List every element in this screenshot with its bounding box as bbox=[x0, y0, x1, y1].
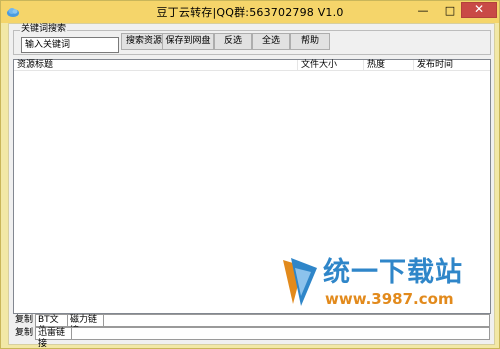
link-tabs: BT文件 磁力链接 bbox=[35, 314, 490, 336]
watermark-url: www.3987.com bbox=[325, 290, 454, 308]
help-button[interactable]: 帮助 bbox=[290, 33, 330, 50]
minimize-button[interactable]: — bbox=[412, 3, 434, 19]
maximize-button[interactable]: □ bbox=[439, 3, 461, 19]
column-header-title[interactable]: 资源标题 bbox=[14, 60, 298, 71]
copy-label[interactable]: 复制 bbox=[15, 315, 33, 326]
search-input[interactable]: 输入关键词 bbox=[21, 37, 119, 53]
save-to-disk-button[interactable]: 保存到网盘 bbox=[162, 33, 214, 50]
close-button[interactable]: ✕ bbox=[461, 2, 497, 18]
bottom-row: 复制 BT文件 磁力链接 bbox=[13, 314, 491, 336]
copy-label[interactable]: 复制 bbox=[15, 328, 33, 339]
app-window: 豆丁云转存|QQ群:563702798 V1.0 — □ ✕ 关键词搜索 输入关… bbox=[0, 0, 500, 349]
search-button[interactable]: 搜索资源 bbox=[121, 33, 167, 50]
bottom-links: 复制 BT文件 磁力链接 复制 迅雷链接 bbox=[13, 314, 491, 349]
select-all-button[interactable]: 全选 bbox=[252, 33, 290, 50]
tab-thunder-link[interactable]: 迅雷链接 bbox=[36, 328, 72, 349]
bottom-row: 复制 迅雷链接 bbox=[13, 327, 491, 349]
title-bar[interactable]: 豆丁云转存|QQ群:563702798 V1.0 — □ ✕ bbox=[1, 1, 499, 23]
tab-bt-file[interactable]: BT文件 bbox=[36, 315, 68, 336]
tab-magnet-link[interactable]: 磁力链接 bbox=[68, 315, 104, 336]
watermark: 统一下载站 www.3987.com bbox=[281, 256, 466, 318]
client-area: 关键词搜索 输入关键词 搜索资源 保存到网盘 反选 全选 帮助 资源标题 文件大… bbox=[8, 23, 495, 349]
link-tabs: 迅雷链接 bbox=[35, 327, 490, 349]
results-list[interactable]: 资源标题 文件大小 热度 发布时间 统一下载站 www.3987.com bbox=[13, 59, 491, 314]
column-header-size[interactable]: 文件大小 bbox=[298, 60, 364, 71]
download-site-logo-icon bbox=[283, 258, 317, 306]
column-header-heat[interactable]: 热度 bbox=[364, 60, 414, 71]
group-legend: 关键词搜索 bbox=[20, 24, 68, 34]
column-header-date[interactable]: 发布时间 bbox=[414, 60, 490, 71]
results-header: 资源标题 文件大小 热度 发布时间 bbox=[14, 60, 490, 71]
invert-selection-button[interactable]: 反选 bbox=[214, 33, 252, 50]
watermark-title: 统一下载站 bbox=[323, 257, 463, 288]
